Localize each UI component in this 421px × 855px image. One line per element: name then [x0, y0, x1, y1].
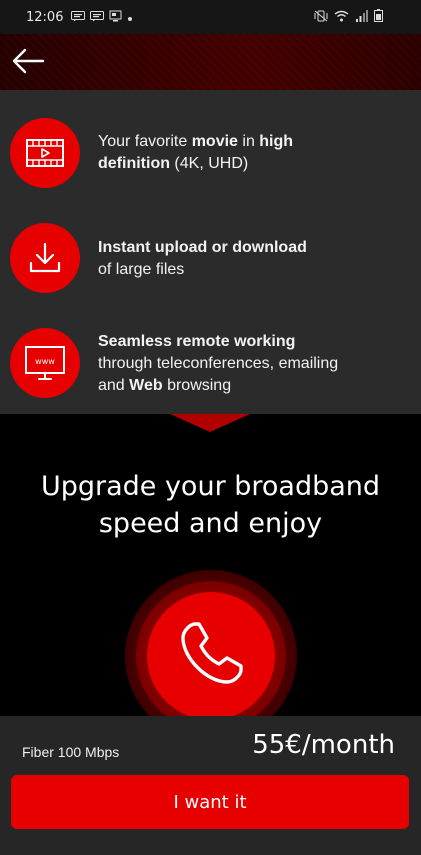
message-icon	[90, 10, 105, 25]
status-bar: 12:06	[0, 0, 421, 34]
www-monitor-icon: www	[10, 328, 80, 398]
feature-text: Seamless remote working through teleconf…	[98, 331, 398, 397]
feature-text-part: Your favorite	[98, 133, 192, 150]
feature-text-part: (4K, UHD)	[169, 155, 249, 172]
phone-icon	[175, 618, 247, 695]
feature-item-movie: Your favorite movie in high definition (…	[0, 118, 421, 188]
feature-text-bold: Instant upload or download	[98, 239, 307, 256]
feature-item-remote-working: www Seamless remote working through tele…	[0, 328, 421, 398]
features-list: Your favorite movie in high definition (…	[0, 90, 421, 414]
feature-text: Your favorite movie in high definition (…	[98, 131, 398, 175]
feature-line: Instant upload or download	[98, 237, 398, 259]
movie-icon	[10, 118, 80, 188]
screen: 12:06 Your favorite movie in high defini…	[0, 0, 421, 855]
feature-line: of large files	[98, 261, 185, 278]
plan-price: 55€/month	[252, 730, 395, 760]
screenshot-icon	[109, 10, 122, 25]
feature-line: and Web browsing	[98, 375, 398, 397]
battery-icon	[374, 9, 383, 25]
feature-text-bold: movie	[191, 133, 238, 150]
feature-text-part: browsing	[162, 377, 232, 394]
download-icon	[10, 223, 80, 293]
feature-line: Seamless remote working	[98, 331, 398, 353]
signal-icon	[355, 9, 368, 25]
promo-title-line: Upgrade your broadband	[40, 471, 381, 502]
wifi-icon	[334, 10, 349, 25]
feature-text-bold: high	[259, 133, 294, 150]
call-button[interactable]	[147, 592, 275, 720]
feature-text-bold: definition	[98, 155, 170, 172]
promo-title-line: speed and enjoy	[98, 508, 323, 539]
status-time: 12:06	[26, 9, 64, 25]
dot-icon	[127, 10, 133, 25]
feature-line: definition (4K, UHD)	[98, 153, 398, 175]
message-icon	[71, 10, 86, 25]
status-right-icons	[314, 9, 383, 25]
status-left-icons	[71, 10, 133, 25]
feature-text-part: and	[98, 377, 130, 394]
plan-name: Fiber 100 Mbps	[22, 744, 120, 760]
section-notch	[170, 414, 250, 432]
feature-text-bold: Web	[129, 377, 163, 394]
promo-title: Upgrade your broadband speed and enjoy	[0, 468, 421, 542]
feature-item-download: Instant upload or download of large file…	[0, 223, 421, 293]
back-arrow-icon	[11, 48, 45, 79]
svg-text:www: www	[35, 357, 55, 366]
feature-line: through teleconferences, emailing	[98, 355, 339, 372]
vibrate-mute-icon	[314, 10, 328, 25]
feature-text-part: in	[237, 133, 260, 150]
header	[0, 34, 421, 90]
i-want-it-button[interactable]: I want it	[11, 775, 409, 829]
back-button[interactable]	[8, 46, 48, 80]
feature-line: Your favorite movie in high	[98, 131, 398, 153]
feature-text-bold: Seamless remote working	[98, 333, 296, 350]
bottom-bar: Fiber 100 Mbps 55€/month I want it	[0, 716, 421, 855]
feature-text: Instant upload or download of large file…	[98, 237, 398, 281]
